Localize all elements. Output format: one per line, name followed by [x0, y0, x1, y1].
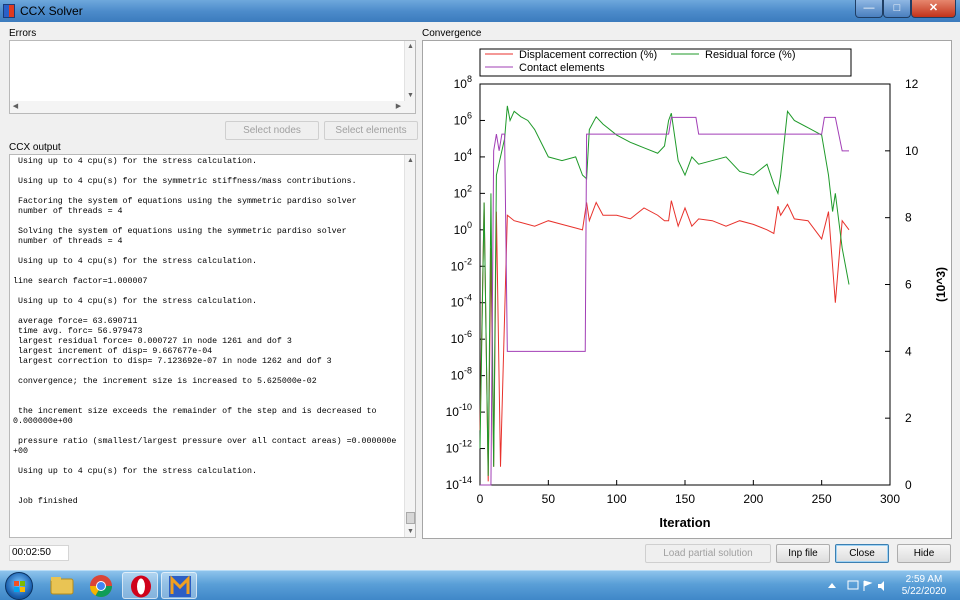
windows-logo-icon	[14, 581, 25, 592]
inp-file-button[interactable]: Inp file	[776, 544, 830, 563]
output-scrollbar[interactable]: ▲ ▼	[404, 155, 415, 537]
minimize-icon: —	[863, 2, 875, 14]
clock[interactable]: 2:59 AM 5/22/2020	[894, 574, 954, 598]
x-tick-label: 0	[477, 492, 484, 506]
y2-axis-label: (10^3)	[934, 267, 948, 302]
close-button[interactable]: Close	[835, 544, 889, 563]
flag-icon	[863, 580, 873, 591]
y-tick-label: 108	[454, 74, 472, 91]
legend-label: Displacement correction (%)	[519, 49, 657, 61]
minimize-button[interactable]: —	[855, 0, 883, 18]
load-partial-solution-button[interactable]: Load partial solution	[645, 544, 771, 563]
prepomax-button[interactable]	[161, 572, 197, 599]
y2-tick-label: 0	[905, 478, 912, 492]
ccx-output-box[interactable]: Using up to 4 cpu(s) for the stress calc…	[9, 154, 416, 538]
hide-button[interactable]: Hide	[897, 544, 951, 563]
opera-icon	[131, 575, 151, 598]
ccx-output-text: Using up to 4 cpu(s) for the stress calc…	[13, 157, 397, 506]
x-tick-label: 250	[812, 492, 832, 506]
x-tick-label: 300	[880, 492, 900, 506]
y-tick-label: 10-12	[446, 439, 472, 456]
taskbar: 2:59 AM 5/22/2020	[0, 570, 960, 600]
y-tick-label: 10-14	[446, 475, 472, 492]
errors-label: Errors	[9, 28, 37, 39]
maximize-icon: □	[893, 2, 901, 14]
errors-hscrollbar[interactable]: ◀ ▶	[10, 101, 405, 113]
y-tick-label: 104	[454, 147, 472, 164]
y-tick-label: 10-10	[446, 402, 472, 419]
scroll-left-icon[interactable]: ◀	[10, 102, 21, 110]
y2-tick-label: 2	[905, 411, 912, 425]
y2-tick-label: 8	[905, 211, 912, 225]
legend-label: Contact elements	[519, 62, 605, 74]
explorer-button[interactable]	[44, 572, 80, 599]
scroll-up-icon[interactable]: ▲	[405, 43, 416, 50]
y-tick-label: 102	[454, 183, 472, 200]
scroll-up-icon[interactable]: ▲	[405, 157, 415, 164]
window-title: CCX Solver	[20, 4, 83, 18]
select-nodes-button[interactable]: Select nodes	[225, 121, 319, 140]
series-line-contact	[480, 116, 849, 486]
clock-date: 5/22/2020	[901, 586, 947, 597]
start-button[interactable]	[5, 572, 33, 600]
errors-scrollbar[interactable]: ▲ ▼	[404, 41, 415, 113]
chrome-icon	[90, 575, 112, 597]
y-tick-label: 100	[454, 220, 472, 237]
ccx-output-label: CCX output	[9, 142, 61, 153]
scroll-down-icon[interactable]: ▼	[405, 528, 415, 535]
convergence-label: Convergence	[422, 28, 482, 39]
title-bar: CCX Solver — □ ✕	[0, 0, 960, 22]
close-icon: ✕	[928, 2, 939, 14]
y2-tick-label: 10	[905, 144, 919, 158]
errors-text	[10, 41, 415, 47]
select-elements-button[interactable]: Select elements	[324, 121, 418, 140]
series-line-displacement	[479, 200, 850, 482]
x-axis-label: Iteration	[659, 515, 710, 530]
series-line-residual	[479, 105, 850, 476]
y-tick-label: 10-4	[451, 293, 472, 310]
legend-label: Residual force (%)	[705, 49, 795, 61]
app-icon	[169, 575, 191, 597]
y2-tick-label: 6	[905, 278, 912, 292]
app-icon	[3, 4, 15, 18]
scroll-right-icon[interactable]: ▶	[393, 102, 404, 110]
close-window-button[interactable]: ✕	[911, 0, 956, 18]
clock-time: 2:59 AM	[905, 574, 943, 585]
scroll-thumb[interactable]	[406, 512, 415, 524]
y2-tick-label: 12	[905, 77, 919, 91]
maximize-button[interactable]: □	[883, 0, 911, 18]
opera-button[interactable]	[122, 572, 158, 599]
errors-box[interactable]: ▲ ▼ ◀ ▶	[9, 40, 416, 114]
y-tick-label: 10-8	[451, 366, 472, 383]
y2-tick-label: 4	[905, 344, 912, 358]
y-tick-label: 10-6	[451, 329, 472, 346]
show-hidden-icons-icon	[828, 583, 836, 588]
chrome-button[interactable]	[83, 572, 119, 599]
network-icon	[847, 580, 859, 590]
convergence-chart: 0 50 100 150 200 250 300Iteration1081061041021…	[446, 48, 948, 530]
elapsed-time: 00:02:50	[9, 545, 69, 561]
y-tick-label: 106	[454, 110, 472, 127]
x-tick-label: 200	[743, 492, 763, 506]
x-tick-label: 100	[607, 492, 627, 506]
volume-icon	[878, 581, 884, 591]
tray-icons[interactable]	[826, 579, 890, 593]
x-tick-label: 150	[675, 492, 695, 506]
explorer-icon	[50, 577, 74, 595]
x-tick-label: 50	[542, 492, 556, 506]
convergence-chart-panel: 0 50 100 150 200 250 300 Iteration 108 106 104 102 1…	[422, 40, 952, 539]
y-tick-label: 10-2	[451, 256, 472, 273]
scroll-down-icon[interactable]: ▼	[405, 92, 416, 99]
